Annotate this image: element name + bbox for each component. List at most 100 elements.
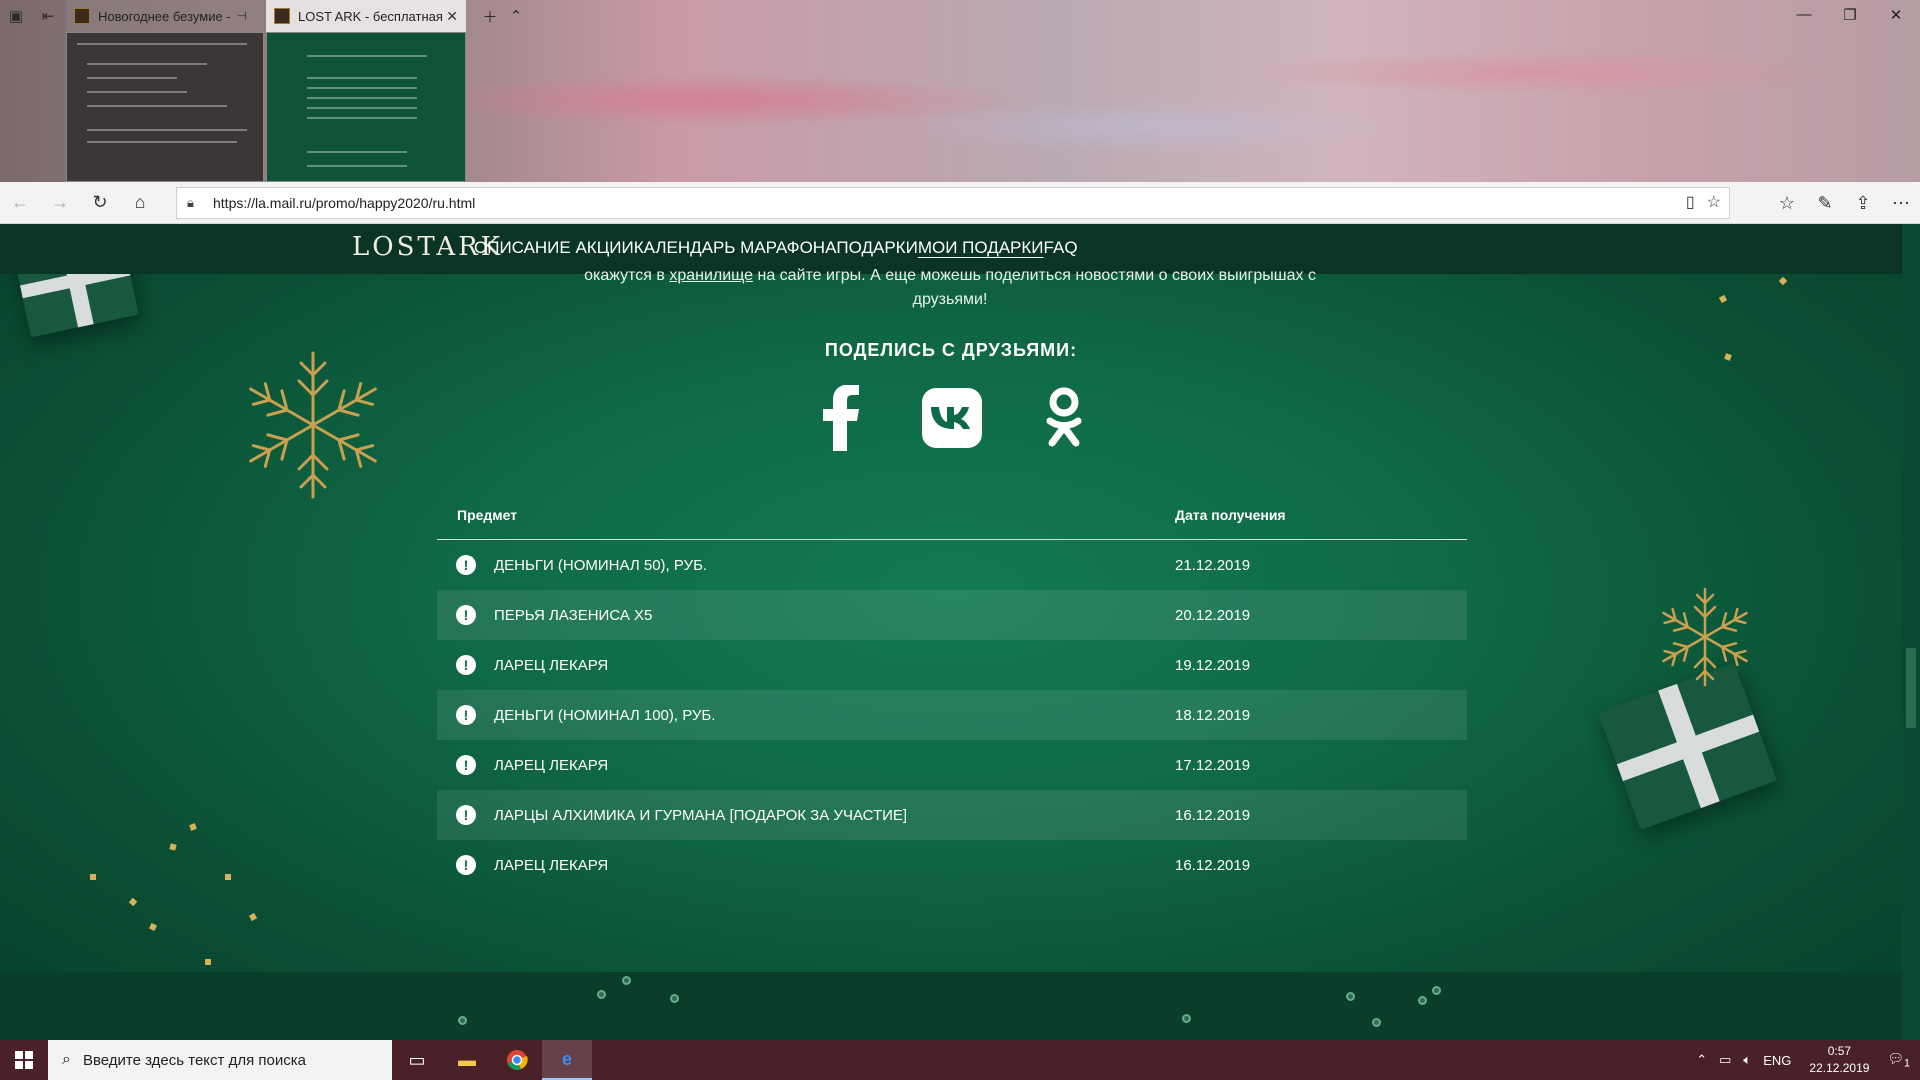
table-header: Предмет Дата получения	[437, 490, 1467, 540]
menu-item-calendar[interactable]: КАЛЕНДАРЬ МАРАФОНА	[634, 238, 837, 258]
clock[interactable]: 0:57 22.12.2019	[1809, 1043, 1869, 1077]
system-tray: ⌃ ▭ 🔈︎ ENG 0:57 22.12.2019 💬︎1	[1690, 1040, 1920, 1080]
task-view-icon[interactable]: ▭	[392, 1040, 442, 1080]
notification-center-icon[interactable]: 💬︎1	[1887, 1051, 1910, 1070]
info-icon[interactable]: !	[456, 755, 476, 775]
table-row: ! ЛАРЕЦ ЛЕКАРЯ 17.12.2019	[437, 740, 1467, 790]
taskbar-search[interactable]: ⌕ Введите здесь текст для поиска	[48, 1040, 392, 1080]
gift-item: ЛАРЕЦ ЛЕКАРЯ	[494, 756, 609, 774]
intro-suffix: на сайте игры. А еще можешь поделиться н…	[757, 267, 1316, 308]
url-field[interactable]: 🔒︎ https://la.mail.ru/promo/happy2020/ru…	[176, 187, 1730, 219]
lostark-favicon-icon	[74, 8, 90, 24]
gift-item: ЛАРЕЦ ЛЕКАРЯ	[494, 856, 609, 874]
confetti-decoration	[128, 897, 138, 907]
facebook-share-button[interactable]	[811, 385, 871, 451]
footer-band	[0, 972, 1902, 1040]
network-icon[interactable]: ▭	[1719, 1052, 1731, 1068]
confetti-decoration	[189, 823, 197, 831]
menu-item-gifts[interactable]: ПОДАРКИ	[836, 238, 917, 258]
confetti-decoration	[225, 874, 231, 880]
my-gifts-table: Предмет Дата получения ! ДЕНЬГИ (НОМИНАЛ…	[437, 490, 1467, 890]
tab-lost-ark[interactable]: LOST ARK - бесплатная ✕	[266, 0, 466, 32]
set-aside-tabs-icon[interactable]: ⇤	[32, 4, 64, 28]
language-indicator[interactable]: ENG	[1763, 1053, 1791, 1068]
bubble-decoration	[622, 976, 631, 985]
menu-item-description[interactable]: ОПИСАНИЕ АКЦИИ	[474, 238, 634, 258]
storage-link[interactable]: хранилище	[669, 267, 753, 284]
pin-icon[interactable]: ⊣	[237, 9, 247, 23]
gift-date: 16.12.2019	[1175, 856, 1251, 874]
gift-date: 17.12.2019	[1175, 756, 1251, 774]
restore-button[interactable]: ❐	[1828, 6, 1872, 24]
file-explorer-icon[interactable]: ▬	[442, 1040, 492, 1080]
gift-item: ПЕРЬЯ ЛАЗЕНИСА X5	[494, 606, 653, 624]
tab-title: LOST ARK - бесплатная	[298, 8, 443, 24]
notification-count: 1	[1903, 1057, 1910, 1070]
page-scrollbar[interactable]	[1902, 224, 1920, 1040]
table-row: ! ДЕНЬГИ (НОМИНАЛ 100), РУБ. 18.12.2019	[437, 690, 1467, 740]
share-icon[interactable]: ⇪	[1844, 183, 1882, 223]
more-icon[interactable]: ⋯	[1882, 183, 1920, 223]
bubble-decoration	[1432, 986, 1441, 995]
lostark-favicon-icon	[274, 8, 290, 24]
site-menu: ОПИСАНИЕ АКЦИИ КАЛЕНДАРЬ МАРАФОНА ПОДАРК…	[474, 238, 1078, 258]
chrome-icon[interactable]	[492, 1040, 542, 1080]
favorites-hub-icon[interactable]: ☆	[1768, 183, 1806, 223]
vk-icon	[922, 388, 982, 448]
hide-previews-icon[interactable]: ⌃	[500, 4, 532, 28]
gift-date: 18.12.2019	[1175, 706, 1251, 724]
search-icon: ⌕	[62, 1051, 71, 1068]
gift-item: ДЕНЬГИ (НОМИНАЛ 100), РУБ.	[494, 706, 716, 724]
scrollbar-thumb[interactable]	[1906, 648, 1916, 728]
close-window-button[interactable]: ✕	[1874, 6, 1918, 24]
gift-item: ЛАРЦЫ АЛХИМИКА И ГУРМАНА [ПОДАРОК ЗА УЧА…	[494, 806, 908, 824]
odnoklassniki-icon	[1046, 387, 1082, 447]
gift-item: ЛАРЕЦ ЛЕКАРЯ	[494, 656, 609, 674]
intro-text: окажутся в хранилище на сайте игры. А ещ…	[560, 264, 1340, 312]
info-icon[interactable]: !	[456, 805, 476, 825]
tab-preview-1[interactable]	[66, 32, 264, 182]
column-header-item: Предмет	[457, 506, 518, 523]
info-icon[interactable]: !	[456, 705, 476, 725]
search-placeholder: Введите здесь текст для поиска	[82, 1051, 306, 1069]
volume-icon[interactable]: 🔈︎	[1743, 1052, 1751, 1068]
reading-view-icon[interactable]: ▯	[1686, 192, 1695, 212]
snowflake-decoration	[1657, 587, 1753, 687]
tab-title: Новогоднее безумие -	[98, 8, 231, 24]
odnoklassniki-share-button[interactable]	[1034, 387, 1094, 448]
edge-icon[interactable]: e	[542, 1040, 592, 1080]
confetti-decoration	[205, 959, 211, 965]
start-button[interactable]	[0, 1040, 48, 1080]
tab-manager-icon[interactable]: ▣	[0, 4, 32, 28]
tab-new-year-madness[interactable]: Новогоднее безумие - ⊣	[66, 0, 264, 32]
info-icon[interactable]: !	[456, 655, 476, 675]
table-row: ! ПЕРЬЯ ЛАЗЕНИСА X5 20.12.2019	[437, 590, 1467, 640]
home-button[interactable]: ⌂	[120, 183, 160, 223]
clock-time: 0:57	[1827, 1044, 1852, 1058]
confetti-decoration	[149, 923, 157, 931]
lock-icon: 🔒︎	[187, 195, 194, 210]
back-button[interactable]: ←	[0, 183, 40, 223]
forward-button[interactable]: →	[40, 183, 80, 223]
web-note-icon[interactable]: ✎	[1806, 183, 1844, 223]
gift-date: 16.12.2019	[1175, 806, 1251, 824]
windows-logo-icon	[15, 1051, 33, 1069]
favorite-star-icon[interactable]: ☆	[1707, 192, 1721, 212]
gift-date: 21.12.2019	[1175, 556, 1251, 574]
minimize-button[interactable]: —	[1782, 6, 1826, 23]
bubble-decoration	[458, 1016, 467, 1025]
close-tab-icon[interactable]: ✕	[446, 8, 458, 25]
menu-item-faq[interactable]: FAQ	[1044, 238, 1078, 258]
tab-preview-2[interactable]	[266, 32, 466, 182]
info-icon[interactable]: !	[456, 555, 476, 575]
bubble-decoration	[1372, 1018, 1381, 1027]
vk-share-button[interactable]	[922, 388, 982, 448]
confetti-decoration	[248, 912, 258, 922]
info-icon[interactable]: !	[456, 605, 476, 625]
show-hidden-icons-icon[interactable]: ⌃	[1696, 1052, 1707, 1068]
info-icon[interactable]: !	[456, 855, 476, 875]
bubble-decoration	[670, 994, 679, 1003]
web-page: LOSTARK ОПИСАНИЕ АКЦИИ КАЛЕНДАРЬ МАРАФОН…	[0, 224, 1902, 1040]
refresh-button[interactable]: ↻	[80, 183, 120, 223]
menu-item-my-gifts[interactable]: МОИ ПОДАРКИ	[918, 238, 1044, 258]
